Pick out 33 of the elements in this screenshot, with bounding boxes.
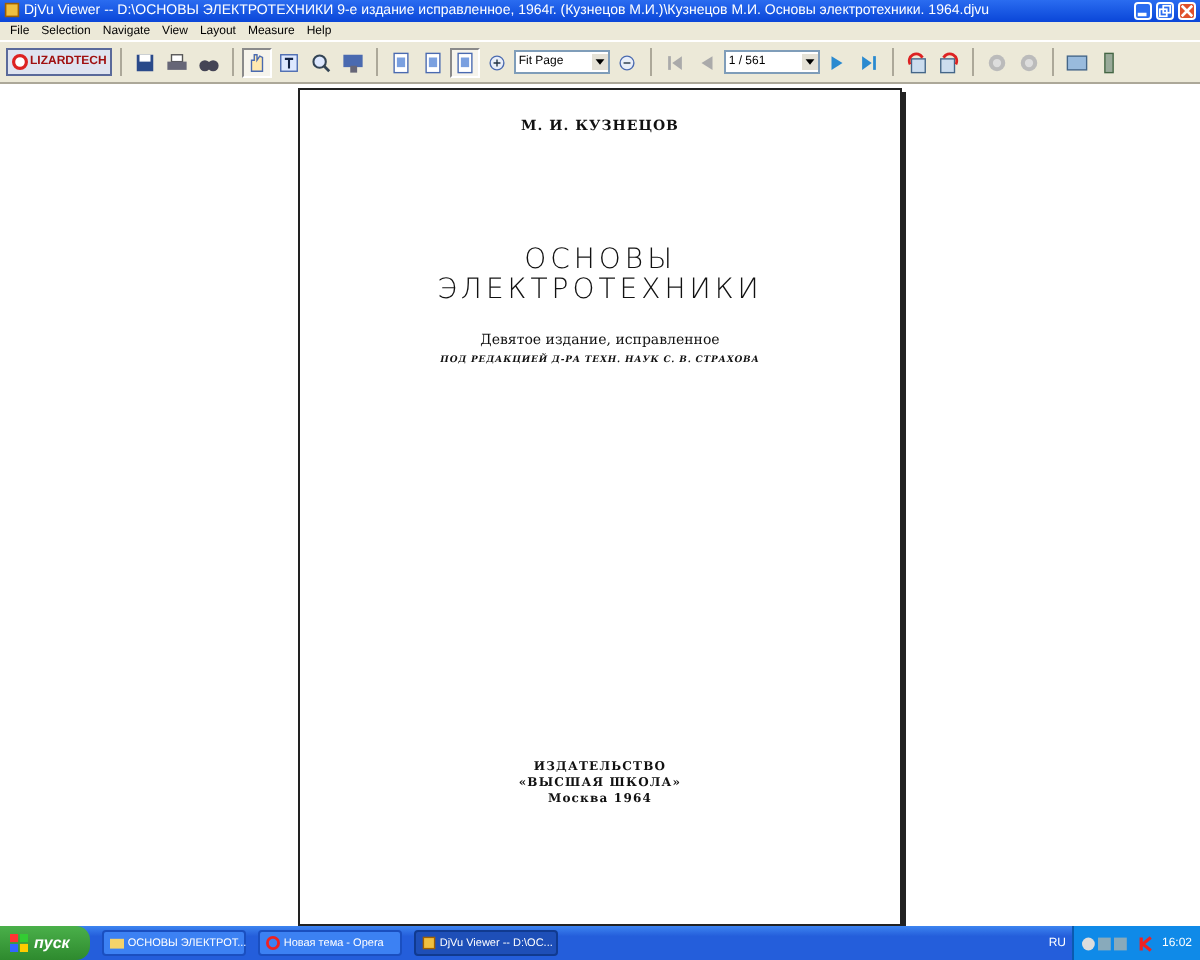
page-icon [454, 51, 477, 74]
close-button[interactable] [1178, 1, 1196, 20]
book-title: ОСНОВЫ [524, 246, 676, 276]
close-icon [1180, 3, 1194, 18]
magnifier-icon [310, 51, 333, 74]
zoom-out-icon [616, 51, 639, 74]
thumbnails-icon [1066, 51, 1089, 74]
save-icon [134, 51, 157, 74]
start-button[interactable]: пуск [0, 926, 90, 960]
rotate-left-icon [906, 51, 929, 74]
folder-icon [109, 936, 124, 950]
windows-flag-icon [10, 934, 28, 952]
minimize-button[interactable] [1134, 1, 1152, 20]
previous-page-icon [696, 51, 719, 74]
zoom-in-icon [486, 51, 509, 74]
app-icon [421, 936, 436, 950]
text-select-icon [278, 51, 301, 74]
caret-icon [802, 54, 819, 71]
tray-icons [1081, 935, 1130, 951]
restore-icon [1158, 3, 1172, 18]
hand-icon [246, 51, 269, 74]
k-letter-icon [1137, 935, 1154, 951]
caret-icon [592, 54, 609, 71]
last-page-icon [858, 51, 881, 74]
printer-icon [166, 51, 189, 74]
o-letter-icon [265, 936, 280, 950]
first-page-icon [664, 51, 687, 74]
book-title: ЭЛЕКТРОТЕХНИКИ [437, 276, 763, 306]
page-icon [422, 51, 445, 74]
restore-button[interactable] [1156, 1, 1174, 20]
rotate-right-icon [938, 51, 961, 74]
app-icon [4, 2, 20, 19]
page-icon [390, 51, 413, 74]
